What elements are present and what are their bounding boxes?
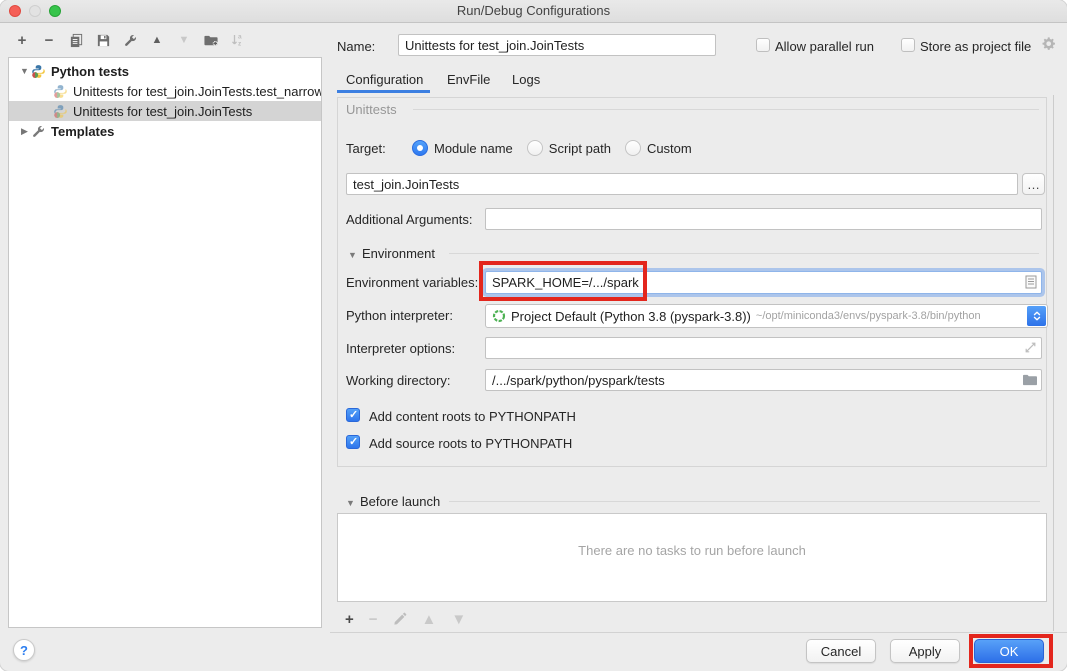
tab-envfile[interactable]: EnvFile [447,72,490,87]
unittests-group-box: Unittests Target: Module name Script pat… [337,97,1047,467]
svg-text:a: a [238,34,242,41]
tree-item-label: Unittests for test_join.JoinTests [73,104,252,119]
store-as-project-file-checkbox[interactable] [901,38,915,52]
name-input[interactable] [398,34,716,56]
browse-button[interactable]: … [1022,173,1045,195]
conda-environment-icon [492,309,506,323]
tree-item-label: Python tests [51,64,129,79]
zoom-window-button[interactable] [49,5,61,17]
interpreter-options-label: Interpreter options: [346,341,455,356]
add-content-roots-checkbox[interactable] [346,408,360,422]
help-button[interactable]: ? [13,639,35,661]
env-vars-browse-icon[interactable] [1025,275,1037,289]
folder-browse-icon[interactable] [1022,373,1038,386]
apply-button[interactable]: Apply [890,639,960,663]
before-launch-collapse-arrow-icon[interactable]: ▼ [346,498,355,508]
before-launch-empty-text: There are no tasks to run before launch [338,543,1046,558]
tree-item-templates[interactable]: ▶ Templates [9,121,321,141]
store-as-project-file-label: Store as project file [920,39,1031,54]
move-task-down-icon[interactable]: ▼ [451,611,466,628]
copy-configuration-icon[interactable] [68,32,84,48]
templates-wrench-icon [31,124,46,139]
collapsed-arrow-icon[interactable]: ▶ [18,126,31,137]
radio-script-path[interactable] [527,140,543,156]
scroll-track [1053,95,1054,631]
before-launch-task-list[interactable]: There are no tasks to run before launch [337,513,1047,602]
python-test-icon [53,104,68,119]
remove-configuration-icon[interactable]: − [41,32,57,48]
radio-module-name[interactable] [412,140,428,156]
environment-header: Environment [362,246,435,261]
environment-collapse-arrow-icon[interactable]: ▼ [348,250,357,260]
radio-custom[interactable] [625,140,641,156]
name-label: Name: [337,39,375,54]
before-launch-header-line [449,501,1040,502]
before-launch-header: Before launch [360,494,440,509]
move-up-icon[interactable]: ▲ [149,32,165,48]
sort-configurations-icon[interactable]: az [230,32,246,48]
tab-logs[interactable]: Logs [512,72,540,87]
tree-item-label: Unittests for test_join.JoinTests.test_n… [73,84,321,99]
allow-parallel-run-checkbox[interactable] [756,38,770,52]
footer-separator [330,632,1067,633]
group-title: Unittests [346,102,397,117]
python-interpreter-select[interactable]: Project Default (Python 3.8 (pyspark-3.8… [485,304,1048,328]
run-debug-configurations-dialog: Run/Debug Configurations + − ▲ ▼ az ▼ Py [0,0,1067,671]
expanded-arrow-icon[interactable]: ▼ [18,66,31,76]
tab-configuration[interactable]: Configuration [346,72,423,87]
add-source-roots-checkbox[interactable] [346,435,360,449]
environment-header-line [449,253,1039,254]
add-content-roots-label: Add content roots to PYTHONPATH [369,409,576,424]
add-source-roots-label: Add source roots to PYTHONPATH [369,436,572,451]
additional-arguments-label: Additional Arguments: [346,212,472,227]
target-row: Target: Module name Script path Custom [346,140,692,156]
edit-templates-wrench-icon[interactable] [122,32,138,48]
radio-custom-label: Custom [647,141,692,156]
python-interpreter-value: Project Default (Python 3.8 (pyspark-3.8… [511,309,751,324]
working-directory-input[interactable] [485,369,1042,391]
svg-text:z: z [238,41,242,48]
minimize-window-button[interactable] [29,5,41,17]
remove-task-icon[interactable]: − [369,611,378,628]
titlebar: Run/Debug Configurations [0,0,1067,23]
gear-icon[interactable] [1041,36,1056,51]
save-configuration-icon[interactable] [95,32,111,48]
active-tab-underline [337,90,430,93]
add-task-icon[interactable]: + [345,611,354,628]
add-configuration-icon[interactable]: + [14,32,30,48]
module-name-input[interactable] [346,173,1018,195]
tree-item-unittests-jointests-selected[interactable]: Unittests for test_join.JoinTests [9,101,321,121]
edit-task-pencil-icon[interactable] [393,612,407,626]
interpreter-options-input[interactable] [485,337,1042,359]
group-title-line [413,109,1039,110]
expand-field-icon[interactable] [1024,341,1037,354]
close-window-button[interactable] [9,5,21,17]
allow-parallel-run-label: Allow parallel run [775,39,874,54]
target-label: Target: [346,141,412,156]
python-interpreter-path: ~/opt/miniconda3/envs/pyspark-3.8/bin/py… [756,310,981,322]
python-tests-icon [31,64,46,79]
tree-item-label: Templates [51,124,114,139]
before-launch-toolbar: + − ▲ ▼ [345,610,466,628]
radio-script-path-label: Script path [549,141,611,156]
python-interpreter-label: Python interpreter: [346,308,453,323]
annotation-env-vars [479,261,647,301]
configurations-tree: ▼ Python tests Unittests for test_join.J… [8,57,322,628]
tree-item-python-tests[interactable]: ▼ Python tests [9,61,321,81]
configurations-toolbar: + − ▲ ▼ az [14,31,246,49]
cancel-button[interactable]: Cancel [806,639,876,663]
additional-arguments-input[interactable] [485,208,1042,230]
move-task-up-icon[interactable]: ▲ [422,611,437,628]
tree-item-unittests-test-narrow[interactable]: Unittests for test_join.JoinTests.test_n… [9,81,321,101]
python-test-icon [53,84,68,99]
select-spinner-icon[interactable] [1027,306,1046,326]
move-down-icon[interactable]: ▼ [176,32,192,48]
radio-module-name-label: Module name [434,141,513,156]
annotation-ok-button [969,634,1053,668]
environment-variables-label: Environment variables: [346,275,478,290]
new-folder-icon[interactable] [203,32,219,48]
working-directory-label: Working directory: [346,373,451,388]
window-title: Run/Debug Configurations [0,0,1067,22]
